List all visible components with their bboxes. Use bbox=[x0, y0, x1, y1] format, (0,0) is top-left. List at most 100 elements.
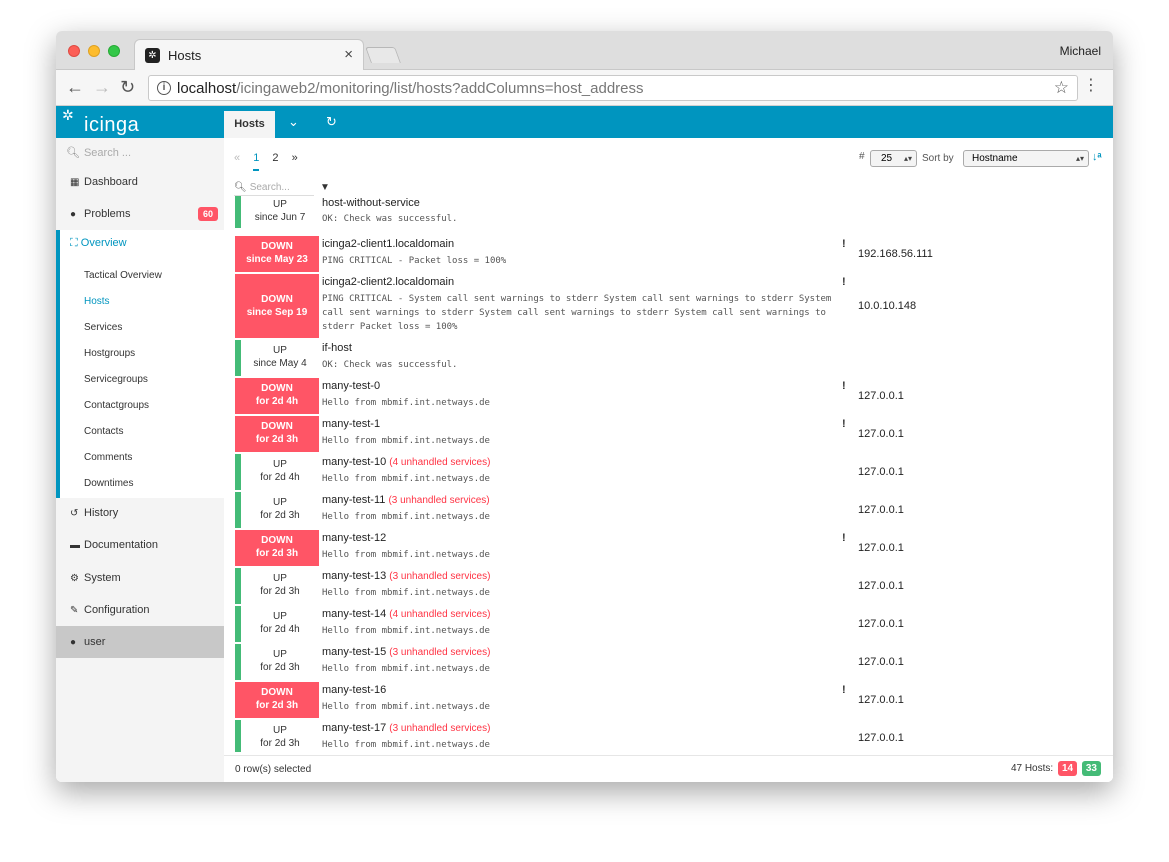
binoculars-icon: ⛶ bbox=[70, 237, 81, 249]
hosts-down-badge[interactable]: 14 bbox=[1057, 761, 1078, 776]
table-row[interactable]: DOWN for 2d 3h many-test-1 Hello from mbm… bbox=[235, 414, 1113, 452]
unhandled-services-link[interactable]: (3 unhandled services) bbox=[389, 571, 490, 582]
sidebar-item-dashboard[interactable]: ▦ Dashboard bbox=[56, 166, 224, 198]
host-name[interactable]: many-test-16 bbox=[322, 684, 386, 696]
close-window-button[interactable] bbox=[68, 45, 80, 57]
refresh-icon[interactable]: ↻ bbox=[326, 114, 337, 130]
maximize-window-button[interactable] bbox=[108, 45, 120, 57]
unhandled-services-link[interactable]: (4 unhandled services) bbox=[389, 609, 490, 620]
sidebar-item-hosts[interactable]: Hosts bbox=[84, 296, 110, 307]
acknowledge-icon: ! bbox=[842, 532, 846, 544]
sidebar-item-configuration[interactable]: ✎ Configuration bbox=[56, 594, 224, 626]
list-footer: 0 row(s) selected 47 Hosts: 14 33 bbox=[224, 755, 1113, 782]
sidebar-item-system[interactable]: ⚙ System bbox=[56, 562, 224, 594]
table-row[interactable]: DOWN since Sep 19 icinga2-client2.localdo… bbox=[235, 272, 1113, 338]
sidebar-item-services[interactable]: Services bbox=[84, 322, 122, 333]
host-name[interactable]: many-test-1 bbox=[322, 418, 380, 430]
table-row[interactable]: UP for 2d 3h many-test-15 (3 unhandled se… bbox=[235, 642, 1113, 680]
host-name[interactable]: many-test-10 (4 unhandled services) bbox=[322, 456, 490, 468]
sort-direction-icon[interactable]: ↓ᵃ bbox=[1092, 151, 1102, 163]
host-name[interactable]: host-without-service bbox=[322, 197, 420, 209]
table-row[interactable]: DOWN for 2d 4h many-test-0 Hello from mbm… bbox=[235, 376, 1113, 414]
host-state-badge: UP since Jun 7 bbox=[235, 196, 319, 228]
table-row[interactable]: UP for 2d 4h many-test-10 (4 unhandled se… bbox=[235, 452, 1113, 490]
table-row[interactable]: UP for 2d 3h many-test-13 (3 unhandled se… bbox=[235, 566, 1113, 604]
sidebar-item-tactical-overview[interactable]: Tactical Overview bbox=[84, 270, 162, 281]
host-name[interactable]: many-test-17 (3 unhandled services) bbox=[322, 722, 490, 734]
sidebar-item-user[interactable]: ● user bbox=[56, 626, 224, 658]
host-name[interactable]: icinga2-client2.localdomain bbox=[322, 276, 454, 288]
page-next-link[interactable]: » bbox=[292, 152, 298, 164]
sidebar-item-contactgroups[interactable]: Contactgroups bbox=[84, 400, 149, 411]
host-state-badge: DOWN for 2d 3h bbox=[235, 530, 319, 566]
bookmark-star-icon[interactable]: ☆ bbox=[1054, 78, 1069, 98]
page-first-link[interactable]: « bbox=[234, 152, 240, 164]
sidebar-item-contacts[interactable]: Contacts bbox=[84, 426, 123, 437]
table-row[interactable]: UP since Jun 7 host-without-service OK: C… bbox=[235, 196, 1113, 234]
profile-name[interactable]: Michael bbox=[1060, 44, 1101, 58]
main-content: « 1 2 » # 25 ▴▾ Sort by Hostname ▴▾ ↓ᵃ 🔍︎ S… bbox=[224, 138, 1113, 782]
table-row[interactable]: UP since May 4 if-host OK: Check was succ… bbox=[235, 338, 1113, 376]
page-1-link[interactable]: 1 bbox=[253, 152, 260, 171]
host-output: Hello from mbmif.int.netways.de bbox=[322, 436, 490, 446]
table-row[interactable]: DOWN since May 23 icinga2-client1.localdo… bbox=[235, 234, 1113, 272]
sidebar-item-documentation[interactable]: ▬ Documentation bbox=[56, 529, 224, 561]
host-output: Hello from mbmif.int.netways.de bbox=[322, 626, 490, 636]
sidebar-item-comments[interactable]: Comments bbox=[84, 452, 132, 463]
sidebar-item-problems[interactable]: ● Problems 60 bbox=[56, 198, 224, 230]
browser-menu-icon[interactable]: ⋮ bbox=[1083, 76, 1099, 96]
logo-icon: ✲ bbox=[62, 107, 74, 123]
sidebar-item-downtimes[interactable]: Downtimes bbox=[84, 478, 133, 489]
table-row[interactable]: UP for 2d 4h many-test-14 (4 unhandled se… bbox=[235, 604, 1113, 642]
host-name[interactable]: many-test-11 (3 unhandled services) bbox=[322, 494, 490, 506]
filter-icon[interactable]: ▼ bbox=[320, 182, 330, 193]
unhandled-services-link[interactable]: (4 unhandled services) bbox=[389, 457, 490, 468]
sidebar-item-hostgroups[interactable]: Hostgroups bbox=[84, 348, 135, 359]
sidebar-item-history[interactable]: ↺ History bbox=[56, 497, 224, 529]
table-row[interactable]: DOWN for 2d 3h many-test-12 Hello from mb… bbox=[235, 528, 1113, 566]
sort-select[interactable]: Hostname ▴▾ bbox=[963, 150, 1089, 167]
host-state-badge: UP for 2d 4h bbox=[235, 454, 319, 490]
tab-hosts[interactable]: Hosts bbox=[224, 111, 275, 138]
address-toolbar: ← → ↻ i localhost/icingaweb2/monitoring/… bbox=[56, 70, 1113, 106]
minimize-window-button[interactable] bbox=[88, 45, 100, 57]
host-state-badge: DOWN for 2d 3h bbox=[235, 682, 319, 718]
url-text[interactable]: localhost/icingaweb2/monitoring/list/hos… bbox=[177, 80, 644, 97]
unhandled-services-link[interactable]: (3 unhandled services) bbox=[388, 495, 489, 506]
limit-select[interactable]: 25 ▴▾ bbox=[870, 150, 917, 167]
back-arrow-icon[interactable]: ← bbox=[66, 77, 84, 97]
host-name[interactable]: many-test-12 bbox=[322, 532, 386, 544]
host-list: UP since Jun 7 host-without-service OK: C… bbox=[235, 196, 1113, 752]
sidebar-item-servicegroups[interactable]: Servicegroups bbox=[84, 374, 148, 385]
host-name[interactable]: if-host bbox=[322, 342, 352, 354]
tab-close-icon[interactable]: × bbox=[344, 46, 353, 63]
chevron-down-icon[interactable]: ⌄ bbox=[288, 114, 299, 130]
unhandled-services-link[interactable]: (3 unhandled services) bbox=[389, 723, 490, 734]
hosts-up-badge[interactable]: 33 bbox=[1081, 761, 1101, 776]
unhandled-services-link[interactable]: (3 unhandled services) bbox=[389, 647, 490, 658]
host-name[interactable]: many-test-14 (4 unhandled services) bbox=[322, 608, 490, 620]
host-name[interactable]: icinga2-client1.localdomain bbox=[322, 238, 454, 250]
info-icon[interactable]: i bbox=[157, 81, 171, 95]
forward-arrow-icon[interactable]: → bbox=[93, 77, 111, 97]
table-row[interactable]: UP for 2d 3h many-test-11 (3 unhandled se… bbox=[235, 490, 1113, 528]
new-tab-button[interactable] bbox=[365, 47, 401, 63]
filter-search-input[interactable]: 🔍︎ Search... bbox=[234, 182, 314, 196]
host-name[interactable]: many-test-0 bbox=[322, 380, 380, 392]
table-row[interactable]: DOWN for 2d 3h many-test-16 Hello from mb… bbox=[235, 680, 1113, 718]
icinga-logo[interactable]: ✲ icinga bbox=[62, 106, 224, 138]
host-state-badge: DOWN for 2d 3h bbox=[235, 416, 319, 452]
history-icon: ↺ bbox=[70, 508, 79, 519]
url-input[interactable]: i localhost/icingaweb2/monitoring/list/h… bbox=[148, 75, 1078, 101]
reload-icon[interactable]: ↻ bbox=[120, 77, 135, 97]
table-row[interactable]: UP for 2d 3h many-test-17 (3 unhandled se… bbox=[235, 718, 1113, 752]
page-2-link[interactable]: 2 bbox=[272, 152, 278, 164]
host-output: Hello from mbmif.int.netways.de bbox=[322, 588, 490, 598]
sidebar-item-overview[interactable]: ⛶ Overview bbox=[70, 237, 127, 250]
browser-tab-hosts[interactable]: ✲ Hosts × bbox=[134, 39, 364, 70]
user-icon: ● bbox=[70, 637, 77, 648]
host-name[interactable]: many-test-15 (3 unhandled services) bbox=[322, 646, 490, 658]
problems-count-badge: 60 bbox=[197, 207, 218, 221]
host-name[interactable]: many-test-13 (3 unhandled services) bbox=[322, 570, 490, 582]
sidebar-search-input[interactable]: 🔍︎ Search ... bbox=[66, 146, 131, 159]
